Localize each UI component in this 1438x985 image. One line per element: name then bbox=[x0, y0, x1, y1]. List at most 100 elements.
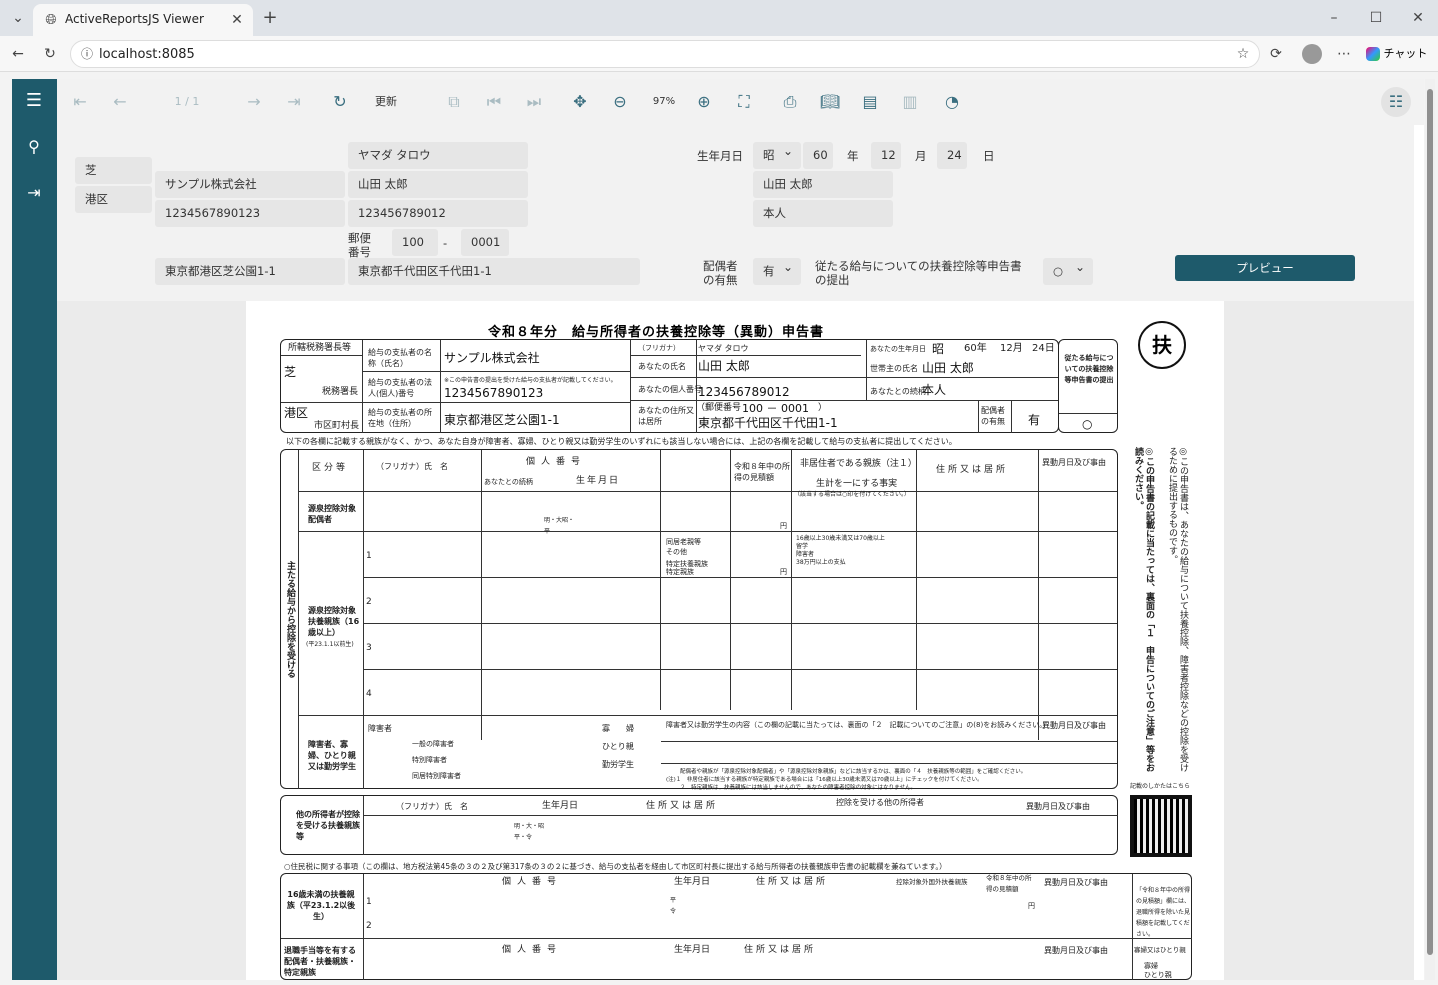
col-category: 区分等 bbox=[312, 463, 349, 473]
res-widow-2: ひとり親 bbox=[1144, 971, 1172, 979]
res-note: 「令和８年中の所得の見積額」欄には、退職所得を除いた見積額を記載してください。 bbox=[1136, 887, 1191, 938]
back-history-icon[interactable]: ⏮ bbox=[483, 91, 505, 113]
fullscreen-icon[interactable]: ⛶ bbox=[733, 91, 755, 113]
year-unit: 年 bbox=[847, 149, 859, 163]
postal-value: 100 － 0001 bbox=[742, 402, 809, 415]
close-tab-icon[interactable]: ✕ bbox=[227, 10, 247, 30]
maximize-icon[interactable]: ☐ bbox=[1366, 8, 1386, 28]
res-era: 平令 bbox=[670, 897, 677, 915]
refresh-button[interactable]: 更新 bbox=[369, 91, 403, 113]
first-page-icon[interactable]: ⇤ bbox=[69, 91, 91, 113]
form-title: 令和８年分 給与所得者の扶養控除等（異動）申告書 bbox=[488, 325, 825, 340]
favorite-star-icon[interactable]: ☆ bbox=[1233, 44, 1253, 64]
col-change: 異動月日及び事由 bbox=[1042, 458, 1106, 467]
extensions-icon[interactable]: ⟳ bbox=[1266, 44, 1286, 64]
zoom-out-icon[interactable]: ⊖ bbox=[609, 91, 631, 113]
copilot-chat-button[interactable]: チャット bbox=[1366, 44, 1428, 64]
page-scrollbar[interactable] bbox=[1425, 79, 1435, 980]
param-relationship[interactable]: 本人 bbox=[753, 200, 893, 227]
viewer-sidebar: ☰ ⚲ ⇥ bbox=[12, 79, 57, 980]
param-birth-year[interactable]: 60 bbox=[803, 142, 833, 169]
back-icon[interactable]: ← bbox=[8, 44, 28, 64]
viewer-toolbar: ⇤ ← 1 / 1 → ⇥ ↻ 更新 ⧉ ⏮ ⏭ ✥ ⊖ 97% ⊕ ⛶ ⎙ 📖… bbox=[57, 79, 1424, 125]
param-payer-number[interactable]: 1234567890123 bbox=[155, 200, 345, 227]
print-icon[interactable]: ⎙ bbox=[779, 91, 801, 113]
postal-separator: - bbox=[443, 236, 448, 250]
relation-value: 本人 bbox=[922, 383, 947, 397]
resident-title: ○住民税に関する事項（この欄は、地方税法第45条の３の２及び第317条の３の２に… bbox=[284, 862, 947, 871]
export-icon[interactable]: ⇥ bbox=[24, 183, 44, 203]
res-change: 異動月日及び事由 bbox=[1044, 878, 1108, 887]
row-a-yen: 円 bbox=[780, 522, 787, 530]
payer-number-note: ※この申告書の提出を受けた給与の支払者が記載してください。 bbox=[444, 377, 617, 384]
c-general: 一般の障害者 bbox=[412, 740, 454, 748]
nonres-sub: （該当する場合は○印を付けてください。） bbox=[794, 491, 911, 498]
d-address: 住所又は居所 bbox=[646, 801, 719, 811]
qr-code-icon[interactable] bbox=[1130, 795, 1192, 857]
param-birth-month[interactable]: 12 bbox=[871, 142, 901, 169]
scrollbar-thumb[interactable] bbox=[1427, 89, 1433, 955]
single-page-icon[interactable]: 📖︎ bbox=[819, 91, 841, 113]
res-under16: 16歳未満の扶養親族（平23.1.2以後生） bbox=[286, 890, 356, 921]
theme-icon[interactable]: ◔ bbox=[941, 91, 963, 113]
preview-button[interactable]: プレビュー bbox=[1175, 255, 1355, 281]
url-field[interactable]: ⓘ localhost:8085 ☆ bbox=[70, 40, 1260, 68]
menu-icon[interactable]: ☰ bbox=[24, 91, 44, 111]
payer-number-label: 給与の支払者の法人(個人)番号 bbox=[368, 378, 432, 398]
new-tab-icon[interactable]: + bbox=[260, 8, 280, 28]
right-note-2: ◎この申告書の記載に当たっては、裏面の「１ 申告についてのご注意」等をお読みくだ… bbox=[1133, 447, 1154, 772]
forward-history-icon[interactable]: ⏭ bbox=[523, 91, 545, 113]
more-icon[interactable]: ⋯ bbox=[1334, 44, 1354, 64]
your-name-label: あなたの氏名 bbox=[638, 362, 686, 371]
param-birth-day[interactable]: 24 bbox=[937, 142, 967, 169]
galley-icon[interactable]: ▥ bbox=[899, 91, 921, 113]
param-postal-first[interactable]: 100 bbox=[392, 229, 438, 256]
galley-mode-icon[interactable]: ⧉ bbox=[443, 91, 465, 113]
c-student: 勤労学生 bbox=[602, 760, 634, 769]
res-birth: 生年月日 bbox=[674, 877, 711, 887]
furigana-value: ヤマダ タロウ bbox=[698, 344, 749, 353]
profile-avatar[interactable] bbox=[1302, 44, 1322, 64]
last-page-icon[interactable]: ⇥ bbox=[283, 91, 305, 113]
right-note-1: ◎この申告書は、あなたの給与について扶養控除、障害者控除などの控除を受けるために… bbox=[1167, 447, 1188, 772]
continuous-icon[interactable]: ▤ bbox=[859, 91, 881, 113]
param-personal-number[interactable]: 123456789012 bbox=[348, 200, 528, 227]
param-tax-office[interactable]: 芝 bbox=[75, 157, 152, 184]
param-payer-address[interactable]: 東京都港区芝公園1-1 bbox=[155, 258, 345, 285]
param-person-name[interactable]: 山田 太郎 bbox=[348, 171, 528, 198]
next-page-icon[interactable]: → bbox=[243, 91, 265, 113]
d-change: 異動月日及び事由 bbox=[1026, 802, 1090, 811]
refresh-icon[interactable]: ↻ bbox=[329, 91, 351, 113]
pan-mode-icon[interactable]: ✥ bbox=[569, 91, 591, 113]
minimize-icon[interactable]: – bbox=[1324, 8, 1344, 28]
param-person-address[interactable]: 東京都千代田区千代田1-1 bbox=[348, 258, 640, 285]
param-postal-second[interactable]: 0001 bbox=[461, 229, 509, 256]
close-window-icon[interactable]: ✕ bbox=[1408, 8, 1428, 28]
site-info-icon[interactable]: ⓘ bbox=[77, 44, 97, 64]
param-main-salary-select[interactable]: ○ bbox=[1043, 258, 1093, 285]
param-kana-name[interactable]: ヤマダ タロウ bbox=[348, 142, 528, 169]
report-page: 令和８年分 給与所得者の扶養控除等（異動）申告書 扶 所轄税務署長等 芝 税務署… bbox=[246, 301, 1224, 980]
param-householder[interactable]: 山田 太郎 bbox=[753, 171, 893, 198]
payer-name-label: 給与の支払者の名称（氏名） bbox=[368, 348, 432, 368]
day-unit: 日 bbox=[983, 149, 995, 163]
prev-page-icon[interactable]: ← bbox=[109, 91, 131, 113]
param-era-select[interactable]: 昭 bbox=[753, 142, 801, 169]
d-era: 明・大・昭平・令 bbox=[514, 823, 545, 841]
param-city[interactable]: 港区 bbox=[75, 186, 152, 213]
search-icon[interactable]: ⚲ bbox=[24, 137, 44, 157]
tab-list-icon[interactable]: ⌄ bbox=[8, 8, 28, 28]
param-spouse-select[interactable]: 有 bbox=[753, 258, 801, 285]
zoom-level[interactable]: 97% bbox=[647, 91, 681, 113]
page-indicator[interactable]: 1 / 1 bbox=[167, 91, 207, 113]
parameters-panel-icon[interactable]: ☷ bbox=[1381, 87, 1411, 117]
birth-label: 生年月日 bbox=[697, 149, 743, 163]
reload-icon[interactable]: ↻ bbox=[40, 44, 60, 64]
row-b-label: 源泉控除対象扶養親族（16歳以上） bbox=[308, 606, 360, 637]
browser-tab[interactable]: 🌐︎ ActiveReportsJS Viewer ✕ bbox=[33, 4, 253, 36]
zoom-in-icon[interactable]: ⊕ bbox=[693, 91, 715, 113]
postal-prefix: （郵便番号 bbox=[696, 403, 742, 413]
c-special: 特別障害者 bbox=[412, 756, 447, 764]
param-payer-name[interactable]: サンプル株式会社 bbox=[155, 171, 345, 198]
globe-icon: 🌐︎ bbox=[45, 12, 57, 28]
